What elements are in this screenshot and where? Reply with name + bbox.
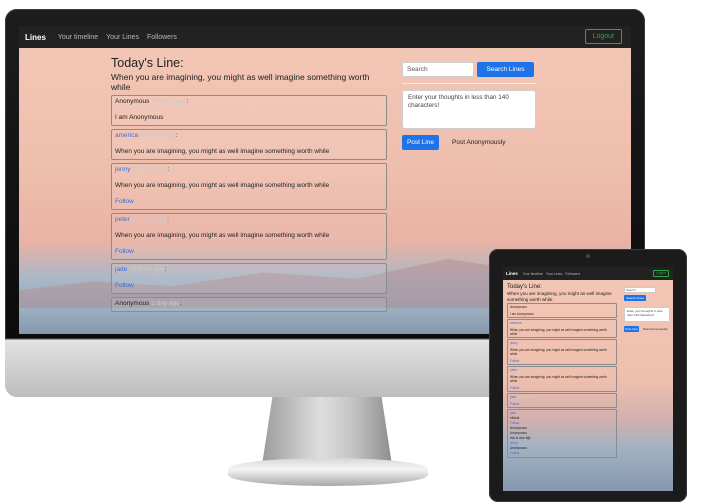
tablet-list-item[interactable]: Follow	[510, 451, 614, 456]
divider	[402, 83, 536, 84]
follow-link[interactable]: Follow	[115, 198, 383, 205]
logout-button[interactable]: Logout	[584, 29, 622, 44]
post-header: jenny 21 mins ago:	[115, 166, 170, 173]
todays-line-quote: When you are imagining, you might as wel…	[111, 72, 370, 92]
post-time: 1 day ago	[151, 300, 180, 307]
tablet-post-header: jade 32 mins ago	[510, 395, 614, 399]
post-anonymously-button[interactable]: Post Anonymously	[452, 139, 505, 146]
sidebar: Search Search Lines Enter your thoughts …	[402, 62, 542, 150]
tablet-logout-button[interactable]: Logout	[652, 270, 669, 277]
post-header: jade 32 mins ago:	[115, 266, 167, 273]
tablet-post-text: When you are imagining, you might as wel…	[510, 328, 607, 336]
post-actions: Post Line Post Anonymously	[402, 135, 542, 150]
post-time: 20 mins ago	[139, 132, 176, 139]
tablet-post-card: peter 21 mins ago When you are imagining…	[507, 366, 617, 392]
post-author-link[interactable]: peter	[115, 216, 130, 223]
monitor-stand-neck	[262, 397, 392, 465]
tablet-post-card: america 20 mins ago When you are imagini…	[507, 319, 617, 338]
follow-link[interactable]: Follow	[115, 248, 383, 255]
tablet-post-time: 32 mins ago	[516, 395, 535, 399]
tablet-todays-line-quote: When you are imagining, you might as wel…	[507, 291, 612, 302]
tablet-post-card: jade ethical Follow Anonymous Anonymous …	[507, 409, 617, 458]
post-text: I am Anonymous	[115, 114, 164, 121]
post-author-link[interactable]: america	[115, 132, 138, 139]
nav-followers[interactable]: Followers	[147, 34, 177, 41]
tablet-search-input[interactable]: Search	[624, 287, 656, 293]
post-card: jenny 21 mins ago: When you are imaginin…	[111, 163, 387, 210]
post-card: Anonymous 1 day ago:	[111, 297, 387, 312]
post-author: Anonymous	[115, 300, 150, 307]
post-author-link[interactable]: jade	[115, 266, 127, 273]
thought-textarea[interactable]: Enter your thoughts in less than 140 cha…	[402, 90, 536, 129]
tablet-post-time: 20 mins ago	[522, 321, 540, 325]
tablet-post-author-link[interactable]: jenny	[510, 341, 518, 345]
post-author-link[interactable]: jenny	[115, 166, 131, 173]
tablet-post-line-button[interactable]: Post Line	[624, 326, 639, 332]
feed: Today's Line: When you are imagining, yo…	[111, 56, 389, 312]
tablet-page-title: Today's Line:	[507, 284, 542, 290]
tablet-post-header: jenny 21 mins ago	[510, 341, 614, 345]
tablet-navbar: Lines Your timeline Your Lines Followers…	[503, 267, 673, 280]
tablet-post-author-link[interactable]: peter	[510, 368, 517, 372]
brand-link[interactable]: Lines	[25, 33, 46, 42]
tablet-post-time: 21 mins ago	[518, 368, 536, 372]
post-header: Anonymous 20 mins ago:	[115, 98, 189, 105]
tablet-nav-followers[interactable]: Followers	[565, 272, 580, 276]
nav-your-timeline[interactable]: Your timeline	[58, 34, 98, 41]
tablet-post-card: jenny 21 mins ago When you are imagining…	[507, 339, 617, 365]
monitor-stand-foot	[228, 458, 428, 486]
search-input[interactable]: Search	[402, 62, 474, 77]
tablet-post-header: peter 21 mins ago	[510, 368, 614, 372]
tablet-screen: Lines Your timeline Your Lines Followers…	[503, 267, 673, 491]
tablet-search-lines-button[interactable]: Search Lines	[624, 295, 646, 301]
post-header: america 20 mins ago:	[115, 132, 178, 139]
tablet-feed: Today's Line: When you are imagining, yo…	[507, 284, 619, 458]
tablet-mockup: Lines Your timeline Your Lines Followers…	[489, 249, 687, 502]
tablet-nav-your-timeline[interactable]: Your timeline	[523, 272, 543, 276]
tablet-post-card: jade 32 mins ago Follow	[507, 393, 617, 408]
tablet-follow-link[interactable]: Follow	[510, 386, 614, 390]
tablet-post-author: Anonymous	[510, 305, 527, 309]
post-header: peter 21 mins ago:	[115, 216, 169, 223]
post-card: peter 21 mins ago: When you are imaginin…	[111, 213, 387, 260]
tablet-post-time: 21 mins ago	[518, 341, 536, 345]
tablet-post-header: america 20 mins ago	[510, 321, 614, 325]
navbar: Lines Your timeline Your Lines Followers…	[19, 26, 631, 48]
post-header: Anonymous 1 day ago:	[115, 300, 182, 307]
post-text: When you are imagining, you might as wel…	[115, 182, 330, 189]
post-time: 32 mins ago	[129, 266, 165, 273]
tablet-thought-textarea[interactable]: Enter your thoughts in less than 140 cha…	[624, 307, 670, 322]
tablet-post-author-link[interactable]: jade	[510, 395, 516, 399]
tablet-post-actions: Post Line Post Anonymously	[624, 326, 670, 332]
tablet-nav-your-lines[interactable]: Your Lines	[546, 272, 562, 276]
tablet-post-card: Anonymous I am Anonymous	[507, 303, 617, 318]
tablet-follow-link[interactable]: Follow	[510, 402, 614, 406]
tablet-brand-link[interactable]: Lines	[506, 271, 518, 276]
tablet-post-text: I am Anonymous	[510, 312, 534, 316]
nav-your-lines[interactable]: Your Lines	[106, 34, 139, 41]
follow-link[interactable]: Follow	[115, 282, 383, 289]
post-time: 20 mins ago	[151, 98, 187, 105]
page-title: Today's Line:	[111, 56, 184, 70]
tablet-post-author-link[interactable]: america	[510, 321, 521, 325]
post-card: Anonymous 20 mins ago: I am Anonymous	[111, 95, 387, 126]
post-time: 21 mins ago	[132, 166, 168, 173]
search-lines-button[interactable]: Search Lines	[477, 62, 534, 77]
search-row: Search Search Lines	[402, 62, 542, 77]
tablet-sidebar: Search Search Lines Enter your thoughts …	[624, 287, 670, 332]
camera-icon	[586, 254, 590, 258]
post-card: america 20 mins ago: When you are imagin…	[111, 129, 387, 160]
post-card: jade 32 mins ago: Follow	[111, 263, 387, 294]
post-text: When you are imagining, you might as wel…	[115, 232, 330, 239]
tablet-post-anonymously-button[interactable]: Post Anonymously	[643, 327, 668, 331]
post-time: 21 mins ago	[131, 216, 168, 223]
tablet-post-text: When you are imagining, you might as wel…	[510, 375, 607, 383]
post-line-button[interactable]: Post Line	[402, 135, 439, 150]
post-text: When you are imagining, you might as wel…	[115, 148, 330, 155]
tablet-follow-link[interactable]: Follow	[510, 359, 614, 363]
post-author: Anonymous	[115, 98, 150, 105]
tablet-post-text: When you are imagining, you might as wel…	[510, 348, 607, 356]
